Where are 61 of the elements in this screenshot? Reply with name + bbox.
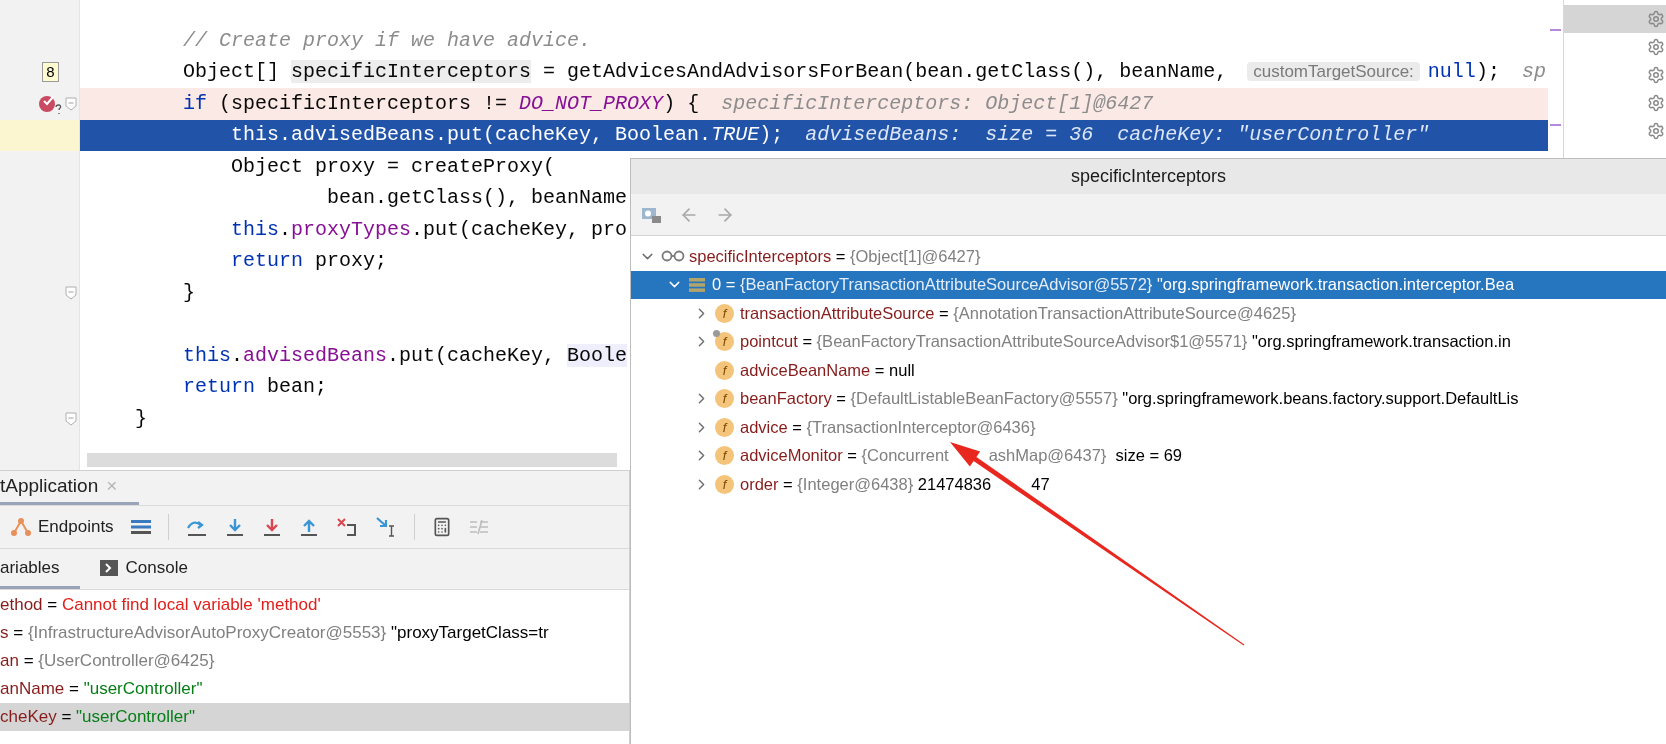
tree-row[interactable]: f adviceBeanName = null xyxy=(631,356,1666,385)
gear-icon xyxy=(1647,66,1665,84)
gear-icon xyxy=(1647,38,1665,56)
code-line: return bean; xyxy=(182,374,328,401)
field-icon: f xyxy=(715,360,734,380)
variable-row[interactable]: s = {InfrastructureAdvisorAutoProxyCreator@5553} "proxyTargetClass=tr xyxy=(0,619,629,647)
tree-node-label: adviceMonitor = {Concurrent ashMap@6437} size = 69 xyxy=(740,445,1182,467)
session-tab[interactable]: tApplication × xyxy=(0,471,140,505)
tree-node-label: pointcut = {BeanFactoryTransactionAttributeSourceAdvisor$1@5571} "org.springframework.transaction.in xyxy=(740,331,1511,353)
variable-row[interactable]: ethod = Cannot find local variable 'method' xyxy=(0,591,629,619)
tree-row[interactable]: f advice = {TransactionInterceptor@6436} xyxy=(631,413,1666,442)
tree-node-label: advice = {TransactionInterceptor@6436} xyxy=(740,416,1036,438)
array-icon xyxy=(688,276,706,293)
code-line: // Create proxy if we have advice. xyxy=(182,27,592,54)
code-line: Object[] specificInterceptors = getAdvicesAndAdvisorsForBean(bean.getClass(), beanName, customTargetSource: null); sp xyxy=(182,59,1546,86)
tree-row[interactable]: f pointcut = {BeanFactoryTransactionAttributeSourceAdvisor$1@5571} "org.springframework.transaction.in xyxy=(631,327,1666,356)
console-icon xyxy=(99,559,118,576)
gear-icon xyxy=(1647,122,1665,140)
tree-node-label: beanFactory = {DefaultListableBeanFactory@5557} "org.springframework.beans.factory.support.DefaultLis xyxy=(740,388,1519,410)
gear-icon xyxy=(1647,94,1665,112)
step-out-icon[interactable] xyxy=(298,517,319,537)
tree-node-label: adviceBeanName = null xyxy=(740,359,915,381)
tree-node-label: 0 = {BeanFactoryTransactionAttributeSourceAdvisor@5572} "org.springframework.transaction.interceptor.Bea xyxy=(712,274,1515,296)
tree-node-label: order = {Integer@6438} 21474836 47 xyxy=(740,473,1050,495)
tree-node-label: transactionAttributeSource = {AnnotationTransactionAttributeSource@4625} xyxy=(740,302,1296,324)
bookmark-badge[interactable]: 8 xyxy=(42,62,59,83)
field-icon: f xyxy=(715,389,734,409)
endpoints-button[interactable]: Endpoints xyxy=(10,514,114,540)
tree-row[interactable]: f beanFactory = {DefaultListableBeanFactory@5557} "org.springframework.beans.factory.support.DefaultLis xyxy=(631,384,1666,413)
step-into-icon[interactable] xyxy=(224,517,245,537)
tree-row[interactable]: specificInterceptors = {Object[1]@6427} xyxy=(631,242,1666,271)
list-icon[interactable] xyxy=(130,519,151,535)
variable-row[interactable]: anName = "userController" xyxy=(0,675,629,703)
field-icon: f xyxy=(715,303,734,323)
variable-row[interactable]: an = {UserController@6425} xyxy=(0,647,629,675)
force-step-into-icon[interactable] xyxy=(261,517,282,537)
code-line: Object proxy = createProxy( xyxy=(230,153,556,180)
tree-row[interactable]: f transactionAttributeSource = {AnnotationTransactionAttributeSource@4625} xyxy=(631,299,1666,328)
code-line: this.advisedBeans.put(cacheKey, Boole xyxy=(182,342,628,369)
tree-row[interactable]: f order = {Integer@6438} 21474836 47 xyxy=(631,470,1666,499)
tree-row[interactable]: 0 = {BeanFactoryTransactionAttributeSourceAdvisor@5572} "org.springframework.transaction.interceptor.Bea xyxy=(631,270,1666,299)
field-icon: f xyxy=(715,417,734,437)
code-line: return proxy; xyxy=(230,248,388,275)
gear-icon xyxy=(1647,10,1665,28)
variable-row[interactable]: cheKey = "userController" xyxy=(0,703,629,731)
field-icon: f xyxy=(715,332,734,352)
horizontal-scrollbar[interactable] xyxy=(87,453,617,467)
field-icon: f xyxy=(715,474,734,494)
graph-icon xyxy=(10,517,32,537)
run-to-cursor-icon[interactable] xyxy=(374,516,397,538)
code-line: } xyxy=(182,279,196,306)
code-line: this.proxyTypes.put(cacheKey, pro xyxy=(230,216,628,243)
code-line: bean.getClass(), beanName xyxy=(326,185,628,212)
field-icon: f xyxy=(715,446,734,466)
drop-frame-icon[interactable] xyxy=(335,517,358,537)
tree-row[interactable]: f adviceMonitor = {Concurrent ashMap@6437} size = 69 xyxy=(631,441,1666,470)
code-line: } xyxy=(134,405,147,432)
tree-node-label: specificInterceptors = {Object[1]@6427} xyxy=(689,245,981,267)
panel-tab[interactable]: Console xyxy=(99,549,208,589)
glasses-icon xyxy=(661,250,685,263)
popup-title: specificInterceptors xyxy=(1070,165,1227,188)
